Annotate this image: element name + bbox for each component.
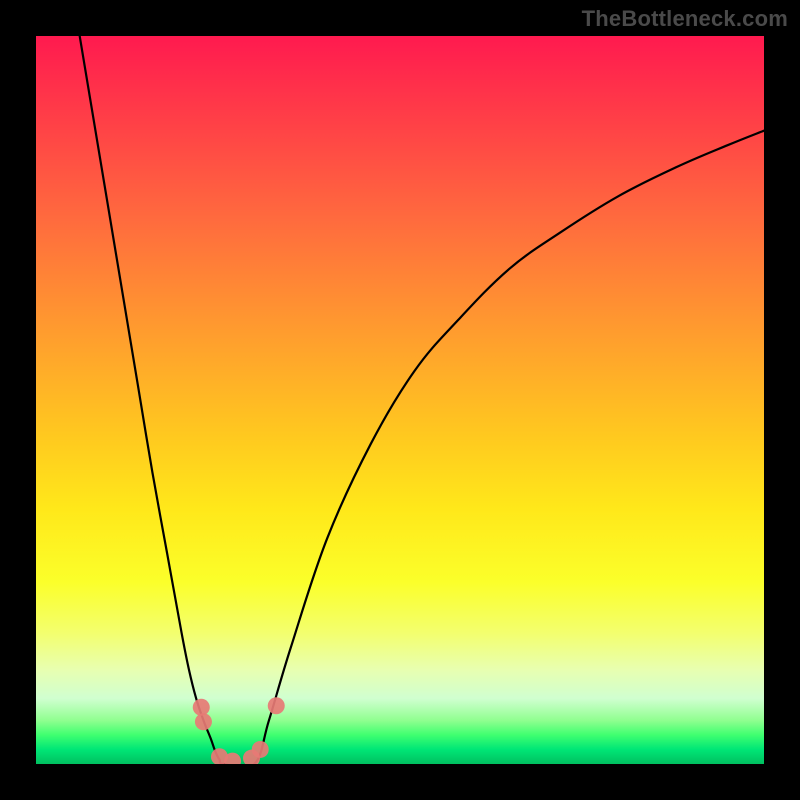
data-marker [193,699,210,716]
data-marker [268,697,285,714]
bottleneck-curve [80,36,764,764]
plot-area [36,36,764,764]
watermark-text: TheBottleneck.com [582,6,788,32]
data-marker [195,713,212,730]
chart-frame: TheBottleneck.com [0,0,800,800]
curve-overlay [36,36,764,764]
data-marker [252,741,269,758]
